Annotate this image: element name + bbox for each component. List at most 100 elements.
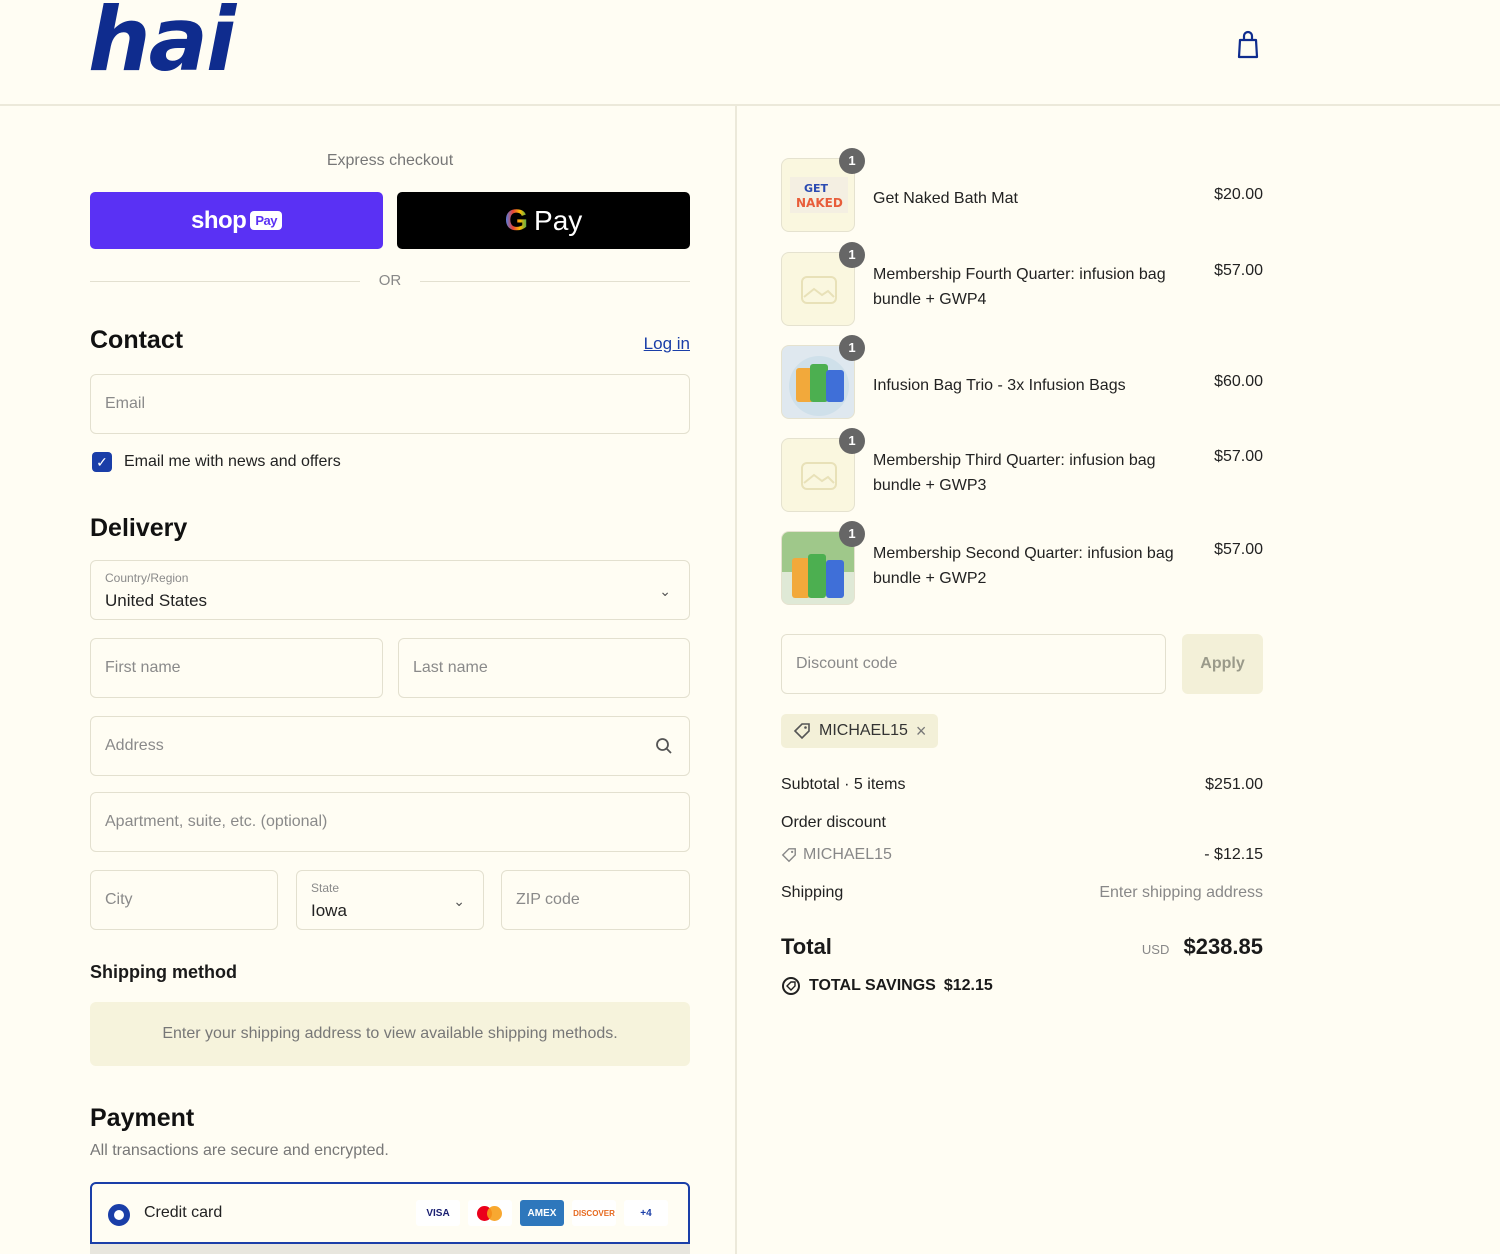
card-brand-logos: VISA AMEX DISCOVER +4 <box>416 1200 668 1226</box>
newsletter-checkbox[interactable]: ✓ <box>92 452 112 472</box>
line-item: 1 Membership Second Quarter: infusion ba… <box>781 521 1263 605</box>
country-label: Country/Region <box>105 571 189 585</box>
item-price: $57.00 <box>1214 262 1263 279</box>
total-label: Total <box>781 934 832 959</box>
first-name-placeholder: First name <box>105 659 181 676</box>
shop-pay-badge: Pay <box>250 211 282 230</box>
google-pay-text: Pay <box>534 204 583 236</box>
or-separator: OR <box>90 270 690 294</box>
shipping-method-notice: Enter your shipping address to view avai… <box>90 1002 690 1066</box>
log-in-link[interactable]: Log in <box>644 334 690 354</box>
item-name: Membership Third Quarter: infusion bag b… <box>873 452 1156 494</box>
city-placeholder: City <box>105 891 133 908</box>
discount-placeholder: Discount code <box>796 655 898 672</box>
line-item: 1 Infusion Bag Trio - 3x Infusion Bags $… <box>781 335 1263 419</box>
discount-code-row: MICHAEL15 - $12.15 <box>781 846 1263 868</box>
search-icon <box>656 738 672 754</box>
subtotal-label: Subtotal · 5 items <box>781 776 906 793</box>
city-field[interactable]: City <box>90 870 278 930</box>
email-placeholder: Email <box>105 395 146 412</box>
discount-code-line: MICHAEL15 <box>803 846 892 863</box>
order-discount-row: Order discount <box>781 814 1263 832</box>
zip-placeholder: ZIP code <box>516 891 580 908</box>
contact-title: Contact <box>90 326 184 354</box>
quantity-badge: 1 <box>839 242 865 268</box>
shopping-bag-icon[interactable] <box>1234 28 1262 60</box>
item-price: $20.00 <box>1214 186 1263 203</box>
savings-tag-icon <box>782 977 800 995</box>
credit-card-radio[interactable] <box>108 1204 130 1226</box>
svg-text:GET: GET <box>804 182 829 195</box>
total-savings: TOTAL SAVINGS $12.15 <box>781 976 993 996</box>
discover-icon: DISCOVER <box>572 1200 616 1226</box>
remove-code-icon[interactable]: × <box>916 721 927 742</box>
shipping-label: Shipping <box>781 884 844 901</box>
hai-logo[interactable]: hai <box>88 0 236 84</box>
quantity-badge: 1 <box>839 148 865 174</box>
mastercard-icon <box>468 1200 512 1226</box>
newsletter-label: Email me with news and offers <box>124 453 341 470</box>
last-name-placeholder: Last name <box>413 659 488 676</box>
item-name: Get Naked Bath Mat <box>873 190 1018 207</box>
credit-card-label: Credit card <box>144 1204 223 1221</box>
tag-icon <box>793 723 810 740</box>
currency-code: USD <box>1141 942 1170 957</box>
email-field[interactable]: Email <box>90 374 690 434</box>
quantity-badge: 1 <box>839 428 865 454</box>
or-text: OR <box>378 272 402 289</box>
payment-title: Payment <box>90 1104 195 1132</box>
site-header: hai <box>0 0 1500 106</box>
order-discount-label: Order discount <box>781 814 886 831</box>
address-placeholder: Address <box>105 737 164 754</box>
shipping-method-title: Shipping method <box>90 962 237 982</box>
country-select[interactable]: Country/Region United States ⌄ <box>90 560 690 620</box>
item-price: $57.00 <box>1214 541 1263 558</box>
subtotal-value: $251.00 <box>1205 776 1263 793</box>
shipping-value: Enter shipping address <box>1099 884 1263 901</box>
country-value: United States <box>105 591 208 610</box>
item-name: Membership Fourth Quarter: infusion bag … <box>873 266 1166 308</box>
shop-pay-text: shop <box>191 206 247 234</box>
google-pay-button[interactable]: G Pay <box>397 192 690 249</box>
column-divider <box>735 106 737 1254</box>
express-checkout-label: Express checkout <box>326 152 454 169</box>
subtotal-row: Subtotal · 5 items $251.00 <box>781 776 1263 794</box>
item-name: Infusion Bag Trio - 3x Infusion Bags <box>873 377 1126 394</box>
tag-icon <box>781 848 796 863</box>
address-field[interactable]: Address <box>90 716 690 776</box>
apartment-field[interactable]: Apartment, suite, etc. (optional) <box>90 792 690 852</box>
google-g-icon: G <box>504 203 529 237</box>
last-name-field[interactable]: Last name <box>398 638 690 698</box>
chevron-down-icon: ⌄ <box>453 893 465 909</box>
discount-value: - $12.15 <box>1204 846 1263 863</box>
zip-field[interactable]: ZIP code <box>501 870 690 930</box>
savings-label: TOTAL SAVINGS <box>809 977 936 994</box>
applied-discount-chip: MICHAEL15 × <box>781 714 939 748</box>
line-item: 1 Membership Fourth Quarter: infusion ba… <box>781 242 1263 326</box>
state-select[interactable]: State Iowa ⌄ <box>296 870 484 930</box>
amex-icon: AMEX <box>520 1200 564 1226</box>
first-name-field[interactable]: First name <box>90 638 383 698</box>
item-name: Membership Second Quarter: infusion bag … <box>873 545 1174 587</box>
item-price: $57.00 <box>1214 448 1263 465</box>
total-value: $238.85 <box>1183 934 1263 959</box>
svg-text:NAKED: NAKED <box>796 196 843 210</box>
state-label: State <box>311 881 340 895</box>
item-price: $60.00 <box>1214 373 1263 390</box>
shipping-row: Shipping Enter shipping address <box>781 884 1263 902</box>
applied-code: MICHAEL15 <box>819 722 908 739</box>
more-cards-count: +4 <box>624 1200 668 1226</box>
line-item: 1 Membership Third Quarter: infusion bag… <box>781 428 1263 512</box>
line-item: GET NAKED 1 Get Naked Bath Mat $20.00 <box>781 148 1263 232</box>
state-value: Iowa <box>311 901 347 920</box>
chevron-down-icon: ⌄ <box>659 583 671 599</box>
shop-pay-button[interactable]: shop Pay <box>90 192 383 249</box>
visa-icon: VISA <box>416 1200 460 1226</box>
quantity-badge: 1 <box>839 521 865 547</box>
payment-subtitle: All transactions are secure and encrypte… <box>90 1142 389 1159</box>
quantity-badge: 1 <box>839 335 865 361</box>
discount-code-input[interactable]: Discount code <box>781 634 1166 694</box>
credit-card-option[interactable]: Credit card VISA AMEX DISCOVER +4 <box>90 1182 690 1244</box>
total-amount: USD $238.85 <box>1142 934 1263 960</box>
apply-button[interactable]: Apply <box>1182 634 1263 694</box>
